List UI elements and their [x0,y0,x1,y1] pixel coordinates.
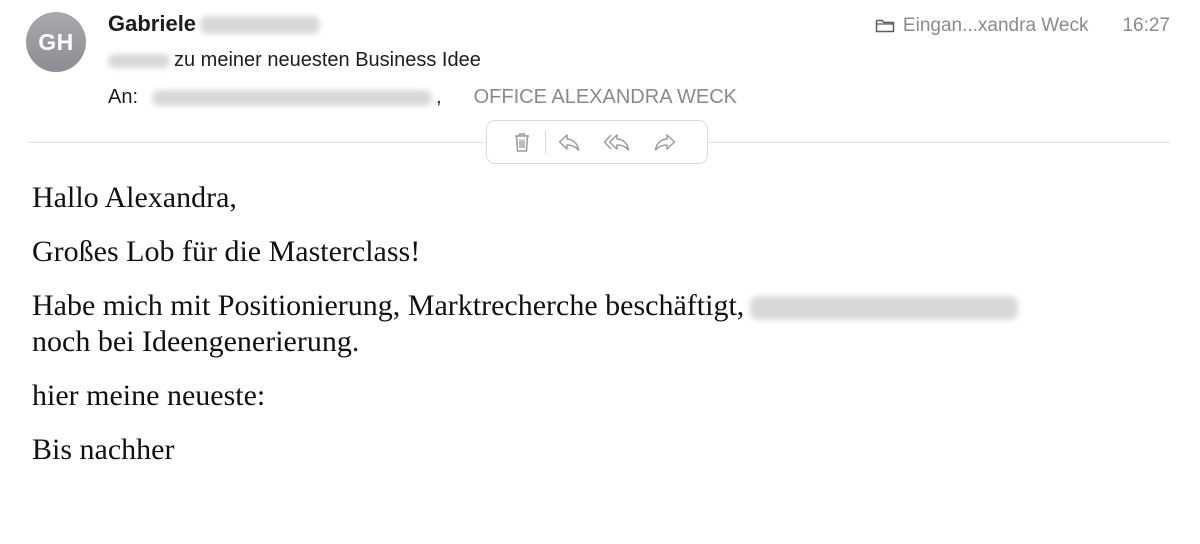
sender-name[interactable]: Gabriele [108,11,321,37]
reply-button[interactable] [552,127,586,157]
body-closing: Bis nachher [32,433,175,466]
folder-icon [875,19,895,33]
sender-name-text: Gabriele [108,11,197,36]
forward-button[interactable] [648,127,682,157]
mailbox-label[interactable]: Eingan...xandra Weck [903,15,1089,37]
redacted-recipient-email[interactable] [152,89,433,106]
redacted-sender-surname [200,16,321,35]
redacted-body-text [750,296,1019,321]
subject-text: zu meiner neuesten Business Idee [174,49,481,71]
body-line-idea: hier meine neueste: [32,379,266,412]
body-line-praise: Großes Lob für die Masterclass! [32,235,421,268]
reply-all-icon [603,134,630,151]
recipients-line: An: , OFFICE ALEXANDRA WECK [108,86,737,109]
recipients-label: An: [108,86,139,108]
subject-line: zu meiner neuesten Business Idee [108,49,481,72]
forward-icon [654,134,676,151]
message-time: 16:27 [1122,15,1170,36]
recipient-separator: , [436,86,442,108]
toolbar-separator [545,130,546,154]
body-paragraph-topics: Habe mich mit Positionierung, Marktreche… [32,288,1172,360]
redacted-subject-prefix [108,53,170,68]
avatar[interactable]: GH [26,12,86,72]
body-line-topics-start: Habe mich mit Positionierung, Marktreche… [32,289,745,322]
body-line-topics-end: noch bei Ideengenerierung. [32,325,360,358]
delete-button[interactable] [505,127,539,157]
message-toolbar [486,120,708,164]
message-meta: Eingan...xandra Weck 16:27 [875,15,1170,37]
trash-icon [515,133,529,152]
message-body: Hallo Alexandra, Großes Lob für die Mast… [32,180,1172,486]
reply-icon [558,134,580,151]
recipient-office[interactable]: OFFICE ALEXANDRA WECK [474,86,737,109]
reply-all-button[interactable] [600,127,634,157]
body-greeting: Hallo Alexandra, [32,181,237,214]
